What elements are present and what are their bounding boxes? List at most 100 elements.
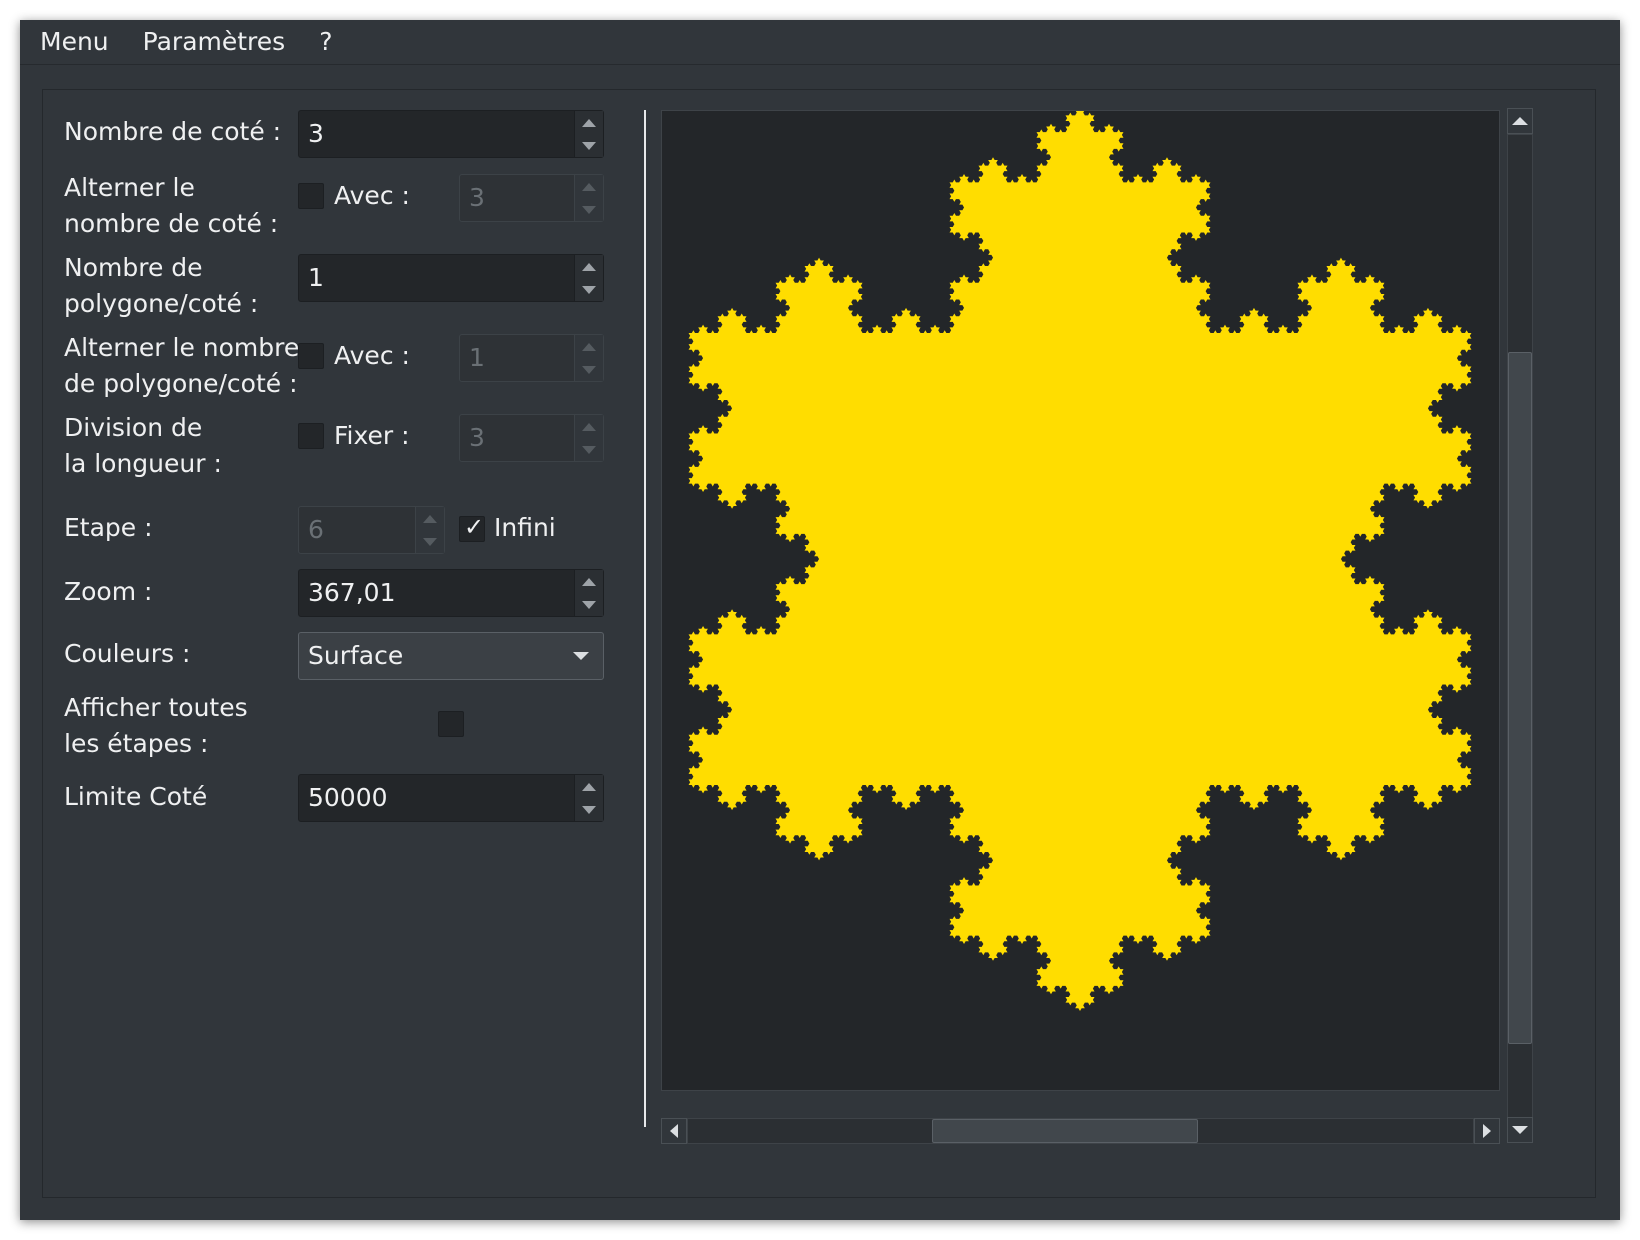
scroll-down-button[interactable] xyxy=(1507,1117,1533,1143)
alt-sides-spinbox[interactable]: 3 xyxy=(459,174,604,222)
polygons-stepper xyxy=(574,255,603,301)
alt-polygons-spinbox[interactable]: 1 xyxy=(459,334,604,382)
menu-menu[interactable]: Menu xyxy=(26,20,123,64)
step-value: 6 xyxy=(308,515,324,544)
main-window: Menu Paramètres ? Nombre de coté : 3 Alt… xyxy=(20,20,1620,1220)
arrow-up-icon xyxy=(582,342,596,351)
division-label: Division de la longueur : xyxy=(64,413,222,478)
scroll-up-button[interactable] xyxy=(1507,108,1533,134)
arrow-up-icon xyxy=(582,782,596,791)
scroll-left-button[interactable] xyxy=(661,1118,687,1144)
limit-spinbox[interactable]: 50000 xyxy=(298,774,604,822)
polygons-label: Nombre de polygone/coté : xyxy=(64,253,259,318)
arrow-up-icon xyxy=(423,514,437,523)
limit-value: 50000 xyxy=(308,783,388,812)
alt-sides-stepper xyxy=(574,175,603,221)
sides-value: 3 xyxy=(308,119,324,148)
division-value: 3 xyxy=(469,423,485,452)
alt-sides-increment-button[interactable] xyxy=(575,175,603,198)
division-checkbox[interactable] xyxy=(298,423,324,449)
horizontal-scrollbar[interactable] xyxy=(661,1117,1500,1145)
division-stepper xyxy=(574,415,603,461)
alt-sides-decrement-button[interactable] xyxy=(575,198,603,221)
step-spinbox[interactable]: 6 xyxy=(298,506,445,554)
polygons-value: 1 xyxy=(308,263,324,292)
division-fix-label: Fixer : xyxy=(334,421,410,450)
menu-bar: Menu Paramètres ? xyxy=(20,20,1620,65)
zoom-spinbox[interactable]: 367,01 xyxy=(298,569,604,617)
scroll-right-button[interactable] xyxy=(1474,1118,1500,1144)
zoom-stepper xyxy=(574,570,603,616)
division-spinbox[interactable]: 3 xyxy=(459,414,604,462)
colors-dropdown[interactable]: Surface xyxy=(298,632,604,680)
polygons-spinbox[interactable]: 1 xyxy=(298,254,604,302)
menu-help[interactable]: ? xyxy=(305,20,346,64)
alt-polygons-increment-button[interactable] xyxy=(575,335,603,358)
zoom-decrement-button[interactable] xyxy=(575,593,603,616)
alt-polygons-label: Alterner le nombre de polygone/coté : xyxy=(64,333,300,398)
alt-sides-value: 3 xyxy=(469,183,485,212)
limit-label: Limite Coté xyxy=(64,782,208,811)
arrow-up-icon xyxy=(582,118,596,127)
infinite-label: Infini xyxy=(494,513,556,542)
koch-snowflake xyxy=(688,107,1472,1011)
polygons-increment-button[interactable] xyxy=(575,255,603,278)
vertical-scrollbar[interactable] xyxy=(1506,108,1534,1148)
limit-decrement-button[interactable] xyxy=(575,798,603,821)
show-all-steps-checkbox[interactable] xyxy=(438,711,464,737)
alt-polygons-with-label: Avec : xyxy=(334,341,410,370)
division-decrement-button[interactable] xyxy=(575,438,603,461)
chevron-down-icon xyxy=(573,652,589,660)
polygons-decrement-button[interactable] xyxy=(575,278,603,301)
arrow-down-icon xyxy=(582,285,596,294)
colors-label: Couleurs : xyxy=(64,639,191,668)
fractal-shape xyxy=(688,107,1472,1011)
step-decrement-button[interactable] xyxy=(416,530,444,553)
step-stepper xyxy=(415,507,444,553)
alt-sides-checkbox[interactable] xyxy=(298,183,324,209)
arrow-down-icon xyxy=(582,445,596,454)
arrow-down-icon xyxy=(582,205,596,214)
arrow-right-icon xyxy=(1483,1124,1491,1138)
show-all-steps-label: Afficher toutes les étapes : xyxy=(64,693,248,758)
arrow-left-icon xyxy=(670,1124,678,1138)
horizontal-scroll-handle[interactable] xyxy=(932,1119,1198,1143)
arrow-up-icon xyxy=(582,577,596,586)
zoom-increment-button[interactable] xyxy=(575,570,603,593)
arrow-up-icon xyxy=(1512,117,1528,125)
alt-polygons-decrement-button[interactable] xyxy=(575,358,603,381)
arrow-down-icon xyxy=(582,600,596,609)
sides-label: Nombre de coté : xyxy=(64,117,282,146)
infinite-checkbox[interactable]: ✓ xyxy=(459,513,485,542)
checkmark-icon: ✓ xyxy=(464,513,485,541)
arrow-up-icon xyxy=(582,182,596,191)
step-label: Etape : xyxy=(64,513,153,542)
arrow-down-icon xyxy=(423,537,437,546)
alt-sides-label: Alterner le nombre de coté : xyxy=(64,173,279,238)
vertical-scroll-handle[interactable] xyxy=(1508,352,1532,1044)
sides-increment-button[interactable] xyxy=(575,111,603,134)
sides-spinbox[interactable]: 3 xyxy=(298,110,604,158)
arrow-up-icon xyxy=(582,262,596,271)
panel-splitter[interactable] xyxy=(644,110,646,1127)
arrow-down-icon xyxy=(582,805,596,814)
fractal-canvas[interactable] xyxy=(661,107,1500,1091)
alt-polygons-stepper xyxy=(574,335,603,381)
arrow-down-icon xyxy=(582,141,596,150)
limit-stepper xyxy=(574,775,603,821)
alt-polygons-value: 1 xyxy=(469,343,485,372)
sides-decrement-button[interactable] xyxy=(575,134,603,157)
zoom-label: Zoom : xyxy=(64,577,153,606)
sides-stepper xyxy=(574,111,603,157)
arrow-up-icon xyxy=(582,422,596,431)
division-increment-button[interactable] xyxy=(575,415,603,438)
arrow-down-icon xyxy=(1512,1126,1528,1134)
colors-value: Surface xyxy=(308,641,404,670)
alt-polygons-checkbox[interactable] xyxy=(298,343,324,369)
alt-sides-with-label: Avec : xyxy=(334,181,410,210)
zoom-value: 367,01 xyxy=(308,578,396,607)
menu-parametres[interactable]: Paramètres xyxy=(129,20,300,64)
step-increment-button[interactable] xyxy=(416,507,444,530)
arrow-down-icon xyxy=(582,365,596,374)
limit-increment-button[interactable] xyxy=(575,775,603,798)
